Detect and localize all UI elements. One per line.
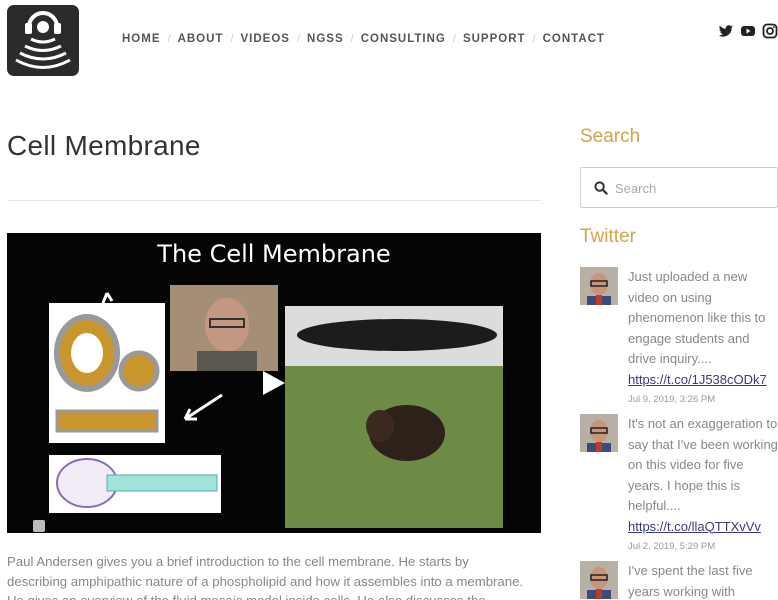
nav-separator: / xyxy=(532,33,536,45)
nav-separator: / xyxy=(230,33,234,45)
page-title: Cell Membrane xyxy=(7,130,201,161)
tweet-text: It's not an exaggeration to say that I'v… xyxy=(628,416,778,513)
logo-headphones-icon xyxy=(15,11,71,69)
twitter-icon[interactable] xyxy=(718,23,734,39)
nav-ngss[interactable]: NGSS xyxy=(307,33,344,45)
search-box[interactable] xyxy=(580,167,778,208)
instagram-icon[interactable] xyxy=(762,23,778,39)
social-links xyxy=(718,23,778,39)
twitter-heading: Twitter xyxy=(580,226,636,247)
avatar[interactable] xyxy=(580,267,618,305)
video-description: Paul Andersen gives you a brief introduc… xyxy=(7,554,524,600)
fullscreen-icon[interactable] xyxy=(33,520,45,532)
nav-contact[interactable]: CONTACT xyxy=(543,33,605,45)
tweet-text: Just uploaded a new video on using pheno… xyxy=(628,269,766,366)
search-icon xyxy=(594,181,608,195)
nav-separator: / xyxy=(350,33,354,45)
nav-about[interactable]: ABOUT xyxy=(178,33,224,45)
play-icon[interactable] xyxy=(263,371,285,395)
nav-videos[interactable]: VIDEOS xyxy=(241,33,290,45)
youtube-icon[interactable] xyxy=(740,23,756,39)
title-divider xyxy=(7,200,541,201)
nav-home[interactable]: HOME xyxy=(122,33,161,45)
search-heading: Search xyxy=(580,126,641,147)
nav-support[interactable]: SUPPORT xyxy=(463,33,526,45)
site-logo[interactable] xyxy=(7,5,79,76)
nav-separator: / xyxy=(167,33,171,45)
nav-separator: / xyxy=(452,33,456,45)
avatar[interactable] xyxy=(580,414,618,452)
search-input[interactable] xyxy=(615,177,765,199)
main-nav: HOME / ABOUT / VIDEOS / NGSS / CONSULTIN… xyxy=(122,33,605,45)
tweet-text: I've spent the last five years working w… xyxy=(628,563,753,599)
tweet-link[interactable]: https://t.co/1J538cODk7 xyxy=(628,370,778,391)
tweet-date: Jul 2, 2019, 5:29 PM xyxy=(628,541,716,552)
tweet-link[interactable]: https://t.co/llaQTTXvVv xyxy=(628,517,778,538)
avatar[interactable] xyxy=(580,561,618,599)
video-player[interactable]: The Cell Membrane xyxy=(7,233,541,533)
nav-consulting[interactable]: CONSULTING xyxy=(361,33,446,45)
nav-separator: / xyxy=(296,33,301,45)
tweet-date: Jul 9, 2019, 3:26 PM xyxy=(628,394,716,405)
